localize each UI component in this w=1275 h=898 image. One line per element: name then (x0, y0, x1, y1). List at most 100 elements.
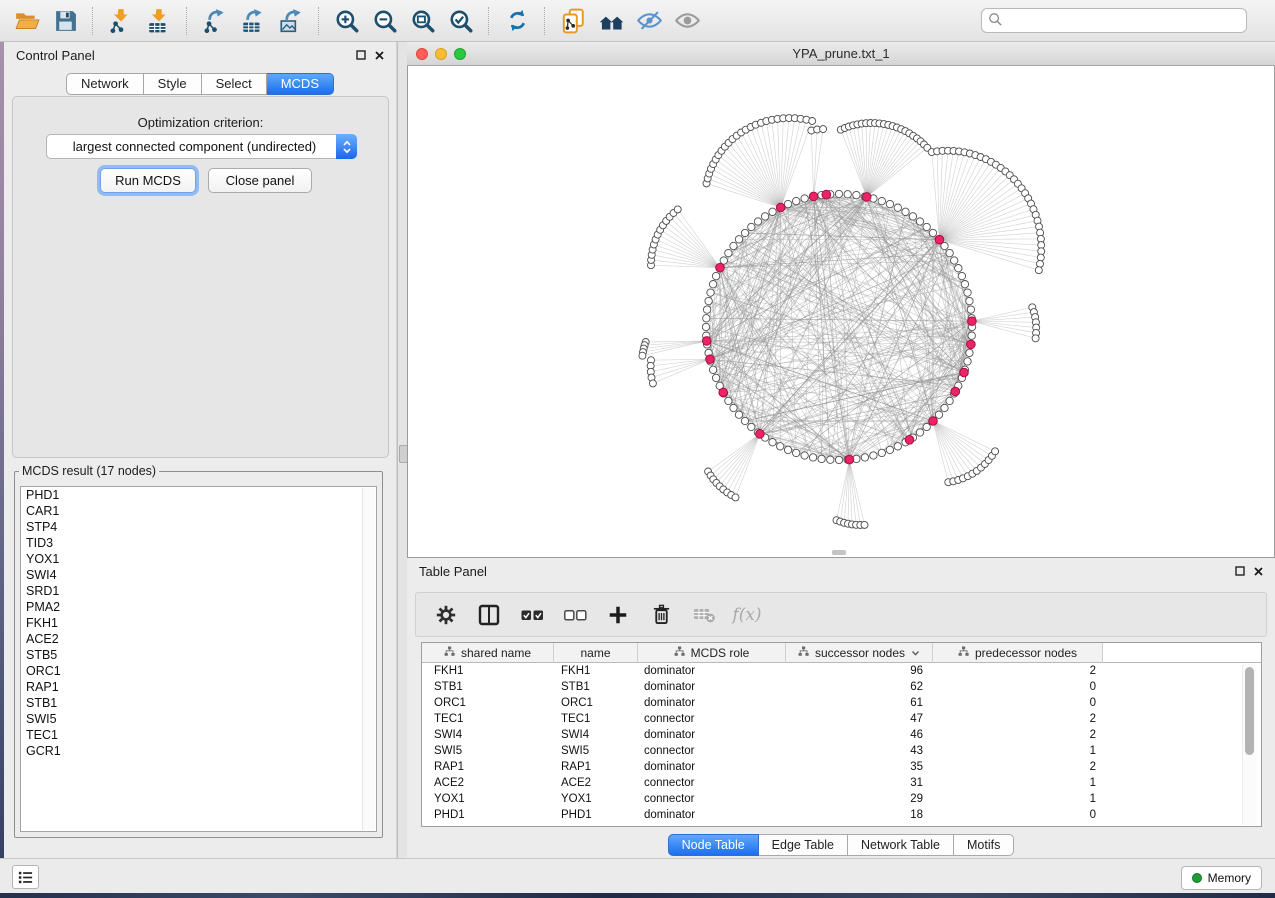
show-graphics-details-icon (674, 7, 701, 34)
tab-network[interactable]: Network (66, 73, 144, 95)
create-column-button[interactable] (604, 600, 632, 630)
network-scroll-thumb[interactable] (832, 550, 846, 555)
column-header-predecessor-nodes[interactable]: predecessor nodes (933, 643, 1103, 663)
tab-node-table[interactable]: Node Table (668, 834, 759, 856)
select-all-button[interactable] (518, 600, 546, 630)
open-file-button[interactable] (8, 4, 46, 38)
close-panel-button[interactable]: Close panel (208, 168, 312, 193)
mcds-list-scrollbar[interactable] (362, 488, 375, 830)
table-body: FKH1FKH1dominator962STB1STB1dominator620… (422, 663, 1261, 823)
node-table: shared namenameMCDS rolesuccessor nodes p… (421, 642, 1262, 827)
float-panel-icon[interactable] (356, 50, 366, 60)
tab-edge-table[interactable]: Edge Table (759, 834, 848, 856)
mcds-result-item[interactable]: STP4 (21, 519, 376, 535)
table-row[interactable]: SWI5SWI5connector431 (422, 743, 1261, 759)
task-history-button[interactable] (12, 865, 39, 889)
table-row[interactable]: FKH1FKH1dominator962 (422, 663, 1261, 679)
list-icon (17, 869, 34, 886)
tab-network-table[interactable]: Network Table (848, 834, 954, 856)
minimize-traffic-light[interactable] (435, 48, 447, 60)
column-header-label: predecessor nodes (975, 646, 1077, 660)
run-mcds-button[interactable]: Run MCDS (100, 168, 196, 193)
table-row[interactable]: PHD1PHD1dominator180 (422, 807, 1261, 823)
zoom-fit-button[interactable] (404, 4, 442, 38)
show-columns-button[interactable] (475, 600, 503, 630)
close-panel-icon[interactable] (375, 51, 384, 60)
mcds-result-item[interactable]: TEC1 (21, 727, 376, 743)
mcds-result-item[interactable]: ORC1 (21, 663, 376, 679)
network-window-titlebar[interactable]: YPA_prune.txt_1 (407, 42, 1275, 66)
mcds-result-item[interactable]: GCR1 (21, 743, 376, 759)
table-scrollbar[interactable] (1242, 665, 1257, 825)
zoom-in-button[interactable] (328, 4, 366, 38)
mcds-result-item[interactable]: RAP1 (21, 679, 376, 695)
column-header-name[interactable]: name (554, 643, 638, 663)
table-cell: 1 (933, 743, 1103, 759)
delete-column-button[interactable] (647, 600, 675, 630)
zoom-traffic-light[interactable] (454, 48, 466, 60)
hide-graphics-details-button[interactable] (630, 4, 668, 38)
table-row[interactable]: STB1STB1dominator620 (422, 679, 1261, 695)
save-session-button[interactable] (46, 4, 84, 38)
show-graphics-details-button[interactable] (668, 4, 706, 38)
mcds-result-item[interactable]: YOX1 (21, 551, 376, 567)
float-panel-icon[interactable] (1235, 566, 1245, 576)
checked-boxes-icon (521, 607, 544, 623)
export-image-button[interactable] (272, 4, 310, 38)
home-networks-button[interactable] (592, 4, 630, 38)
memory-button[interactable]: Memory (1181, 866, 1262, 890)
table-scrollbar-thumb[interactable] (1245, 667, 1254, 755)
mcds-result-item[interactable]: FKH1 (21, 615, 376, 631)
import-table-button[interactable] (140, 4, 178, 38)
delete-table-icon (693, 606, 716, 624)
table-cell: 47 (786, 711, 933, 727)
delete-table-button[interactable] (690, 600, 718, 630)
tab-style[interactable]: Style (144, 73, 202, 95)
table-cell: TEC1 (422, 711, 554, 727)
table-row[interactable]: ORC1ORC1dominator610 (422, 695, 1261, 711)
mcds-result-list[interactable]: PHD1CAR1STP4TID3YOX1SWI4SRD1PMA2FKH1ACE2… (20, 486, 377, 832)
table-row[interactable]: ACE2ACE2connector311 (422, 775, 1261, 791)
export-table-button[interactable] (234, 4, 272, 38)
tab-select[interactable]: Select (202, 73, 267, 95)
mcds-result-item[interactable]: STB1 (21, 695, 376, 711)
table-row[interactable]: RAP1RAP1dominator352 (422, 759, 1261, 775)
export-network-button[interactable] (196, 4, 234, 38)
zoom-out-button[interactable] (366, 4, 404, 38)
mcds-result-item[interactable]: ACE2 (21, 631, 376, 647)
mcds-result-item[interactable]: TID3 (21, 535, 376, 551)
mcds-result-item[interactable]: STB5 (21, 647, 376, 663)
mcds-result-item[interactable]: PHD1 (21, 487, 376, 503)
optimization-select[interactable]: largest connected component (undirected) (46, 134, 357, 159)
search-input[interactable] (981, 8, 1247, 33)
table-settings-button[interactable] (432, 600, 460, 630)
share-document-button[interactable] (554, 4, 592, 38)
refresh-button[interactable] (498, 4, 536, 38)
tab-motifs[interactable]: Motifs (954, 834, 1014, 856)
table-row[interactable]: SWI4SWI4dominator462 (422, 727, 1261, 743)
zoom-selected-button[interactable] (442, 4, 480, 38)
column-header-successor-nodes[interactable]: successor nodes (786, 643, 933, 663)
network-canvas[interactable] (407, 66, 1275, 558)
import-network-button[interactable] (102, 4, 140, 38)
table-row[interactable]: TEC1TEC1connector472 (422, 711, 1261, 727)
column-header-shared-name[interactable]: shared name (422, 643, 554, 663)
close-traffic-light[interactable] (416, 48, 428, 60)
close-panel-icon[interactable] (1254, 567, 1263, 576)
mcds-result-item[interactable]: SWI4 (21, 567, 376, 583)
function-builder-button[interactable]: f(x) (733, 600, 761, 630)
column-header-MCDS-role[interactable]: MCDS role (638, 643, 786, 663)
deselect-all-button[interactable] (561, 600, 589, 630)
table-cell: 46 (786, 727, 933, 743)
table-cell: STB1 (554, 679, 638, 695)
toolbar-separator (318, 7, 320, 35)
panel-splitter[interactable] (397, 42, 407, 858)
table-panel: Table Panel f(x) shared namenameMCDS rol… (407, 558, 1275, 858)
table-row[interactable]: YOX1YOX1connector291 (422, 791, 1261, 807)
mcds-result-item[interactable]: PMA2 (21, 599, 376, 615)
mcds-result-item[interactable]: SRD1 (21, 583, 376, 599)
mcds-result-item[interactable]: SWI5 (21, 711, 376, 727)
tab-mcds[interactable]: MCDS (267, 73, 334, 95)
network-graph[interactable] (408, 66, 1274, 556)
mcds-result-item[interactable]: CAR1 (21, 503, 376, 519)
